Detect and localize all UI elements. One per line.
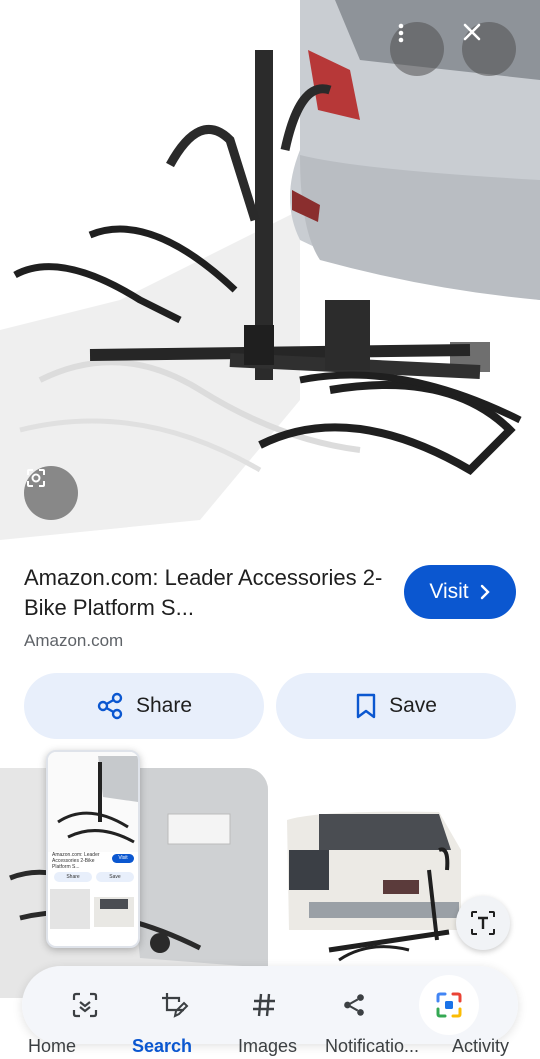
bike-rack-illustration [0, 0, 540, 540]
visit-label: Visit [429, 580, 469, 603]
more-vert-icon [398, 23, 404, 43]
select-text-button[interactable] [456, 896, 510, 950]
visit-button[interactable]: Visit [404, 565, 516, 619]
share-icon [343, 994, 364, 1016]
bookmark-icon [356, 693, 376, 719]
more-options-button[interactable] [390, 22, 444, 76]
capture-toolbar [22, 966, 518, 1044]
nav-notifications[interactable]: Notificatio... [325, 1036, 419, 1057]
preview-share: Share [54, 872, 92, 882]
share-label: Share [135, 694, 193, 717]
bottom-nav: Home Search Images Notificatio... Activi… [0, 1036, 540, 1059]
result-title[interactable]: Amazon.com: Leader Accessories 2-Bike Pl… [24, 563, 390, 623]
preview-title: Amazon.com: Leader Accessories 2-Bike Pl… [52, 852, 100, 870]
hashtag-button[interactable] [240, 981, 288, 1029]
screenshot-preview[interactable]: Amazon.com: Leader Accessories 2-Bike Pl… [46, 750, 140, 948]
nav-search[interactable]: Search [132, 1036, 192, 1057]
nav-activity[interactable]: Activity [452, 1036, 509, 1057]
result-source: Amazon.com [24, 631, 124, 650]
close-icon [463, 23, 481, 41]
save-label: Save [389, 694, 437, 717]
hashtag-icon [252, 993, 275, 1017]
crop-edit-icon [162, 993, 189, 1018]
text-select-icon [471, 911, 495, 935]
preview-save: Save [96, 872, 134, 882]
crop-edit-button[interactable] [150, 981, 198, 1029]
lens-button[interactable] [24, 466, 78, 520]
scan-button[interactable] [61, 981, 109, 1029]
close-button[interactable] [462, 22, 516, 76]
lens-icon [27, 469, 45, 487]
preview-thumbnails [50, 889, 134, 929]
nav-home[interactable]: Home [28, 1036, 76, 1057]
toolbar-share-button[interactable] [330, 981, 378, 1029]
screen-search-button[interactable] [419, 975, 480, 1035]
screen-search-icon [436, 992, 462, 1018]
share-icon [97, 692, 123, 720]
image-viewer-screen: Amazon.com: Leader Accessories 2-Bike Pl… [0, 0, 540, 1059]
scan-icon [72, 992, 97, 1018]
chevron-right-icon [480, 584, 490, 600]
related-image-2[interactable] [279, 810, 461, 970]
share-button[interactable]: Share [24, 673, 264, 739]
nav-images[interactable]: Images [238, 1036, 297, 1057]
related-image-2-illustration [287, 811, 461, 962]
preview-image [48, 752, 138, 852]
save-button[interactable]: Save [276, 673, 516, 739]
preview-visit: Visit [112, 854, 134, 863]
product-image[interactable] [0, 0, 540, 540]
